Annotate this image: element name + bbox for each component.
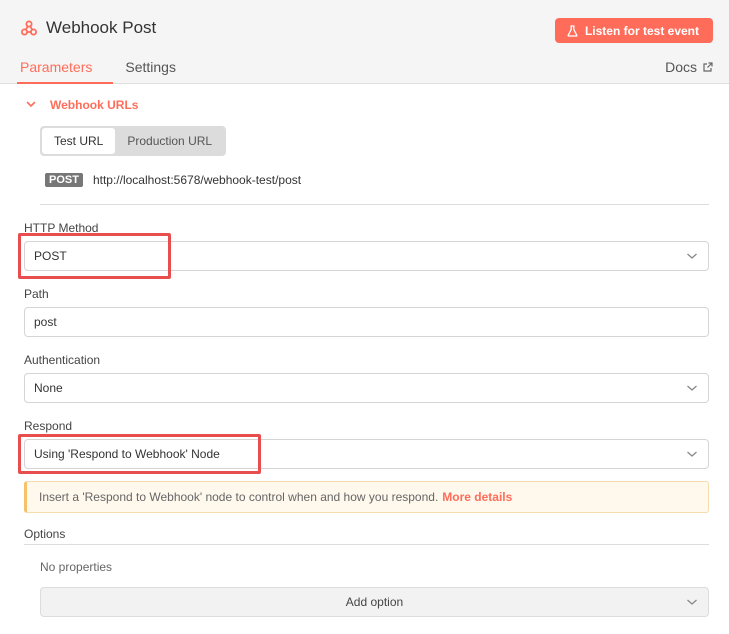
url-type-switch: Test URL Production URL [40,126,227,156]
authentication-value: None [34,381,63,395]
node-title[interactable]: Webhook Post [46,18,156,38]
add-option-label: Add option [345,595,404,609]
node-header: Webhook Post Listen for test event Param… [0,0,729,84]
flask-icon [567,24,578,37]
path-value: post [34,315,57,329]
authentication-select[interactable]: None [24,373,709,403]
chevron-down-icon [26,101,36,109]
http-method-select[interactable]: POST [24,241,709,271]
authentication-label: Authentication [24,353,101,367]
external-link-icon [702,61,713,73]
divider [40,204,709,205]
listen-button-label: Listen for test event [584,23,699,38]
options-divider [24,544,709,545]
test-url-option[interactable]: Test URL [42,128,116,154]
docs-label: Docs [665,59,697,75]
add-option-button[interactable]: Add option [40,587,709,617]
no-properties-text: No properties [40,560,113,574]
respond-value: Using 'Respond to Webhook' Node [34,447,220,461]
tab-parameters[interactable]: Parameters [20,59,92,82]
http-method-value: POST [34,249,67,263]
respond-notice: Insert a 'Respond to Webhook' node to co… [24,481,709,513]
docs-link[interactable]: Docs [665,59,713,75]
parameters-panel: Webhook URLs Test URL Production URL POS… [0,84,729,634]
respond-label: Respond [24,419,73,433]
webhook-icon [20,19,38,37]
listen-for-test-event-button[interactable]: Listen for test event [554,18,713,43]
chevron-down-icon [686,449,698,459]
more-details-link[interactable]: More details [442,490,512,504]
options-label: Options [24,527,66,541]
method-badge: POST [45,173,83,187]
path-input[interactable]: post [24,307,709,337]
chevron-down-icon [686,597,698,607]
webhook-url-row: POST http://localhost:5678/webhook-test/… [45,173,301,187]
path-label: Path [24,287,49,301]
http-method-label: HTTP Method [24,221,99,235]
webhook-urls-toggle[interactable]: Webhook URLs [26,98,138,112]
production-url-option[interactable]: Production URL [115,128,224,154]
tab-bar: Parameters Settings [20,59,209,82]
chevron-down-icon [686,383,698,393]
chevron-down-icon [686,251,698,261]
node-title-row: Webhook Post [20,18,156,38]
respond-select[interactable]: Using 'Respond to Webhook' Node [24,439,709,469]
notice-text: Insert a 'Respond to Webhook' node to co… [39,490,439,504]
webhook-urls-label: Webhook URLs [50,98,139,112]
webhook-url[interactable]: http://localhost:5678/webhook-test/post [93,173,301,187]
tab-settings[interactable]: Settings [125,59,176,82]
